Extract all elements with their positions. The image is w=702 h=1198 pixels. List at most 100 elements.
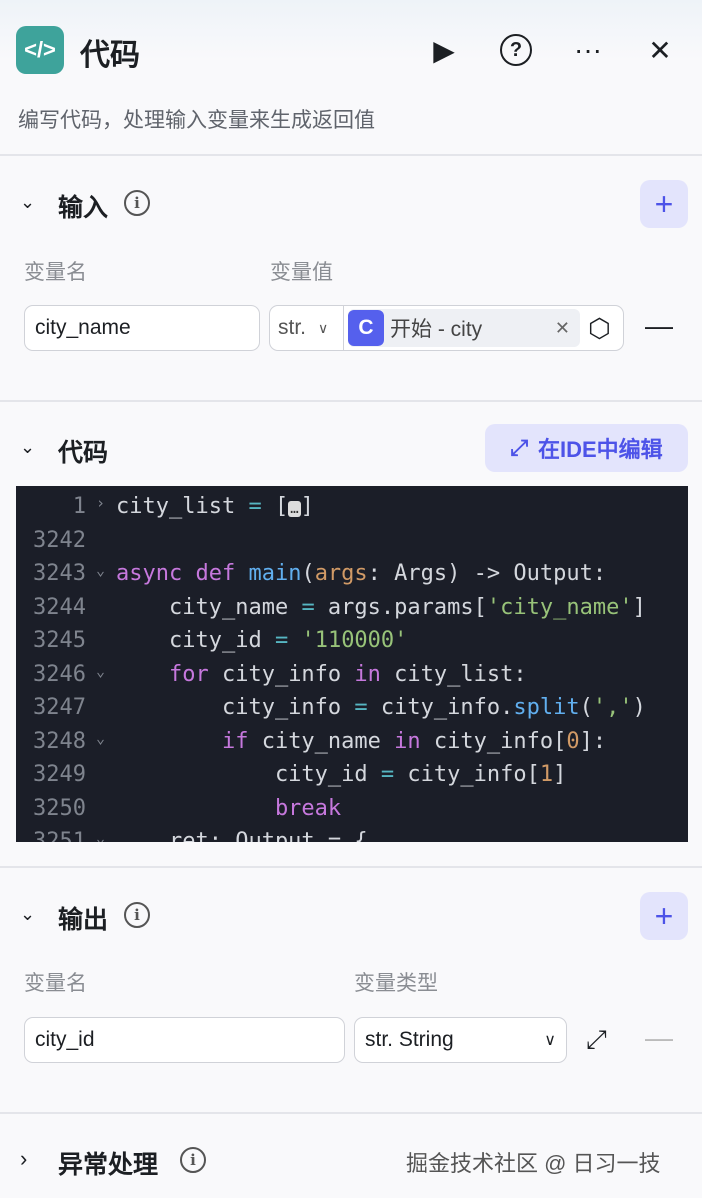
code-token: = [380, 762, 395, 787]
code-token: ] [300, 494, 314, 519]
code-token: for [116, 661, 209, 687]
type-select[interactable]: str. ∨ [270, 306, 344, 350]
input-value-label: 变量值 [270, 261, 333, 284]
close-button[interactable]: ✕ [640, 30, 680, 70]
code-token: city_info. [367, 695, 514, 720]
line-text: city_id = '110000' [116, 628, 407, 653]
remove-ref-icon[interactable]: ✕ [555, 318, 570, 339]
code-line: 3249 city_id = city_info[1] [16, 762, 688, 796]
line-number: 3249 [33, 762, 86, 787]
code-token: args [314, 561, 368, 586]
run-button[interactable]: ▶ [424, 30, 464, 70]
collapse-output-chevron-icon[interactable]: ⌄ [20, 904, 35, 925]
code-token: if [116, 728, 249, 754]
line-number: 3243 [33, 561, 86, 586]
fold-toggle-icon[interactable]: ⌄ [96, 561, 105, 579]
collapse-code-chevron-icon[interactable]: ⌄ [20, 437, 35, 458]
line-text: city_list = […] [116, 494, 314, 519]
info-icon[interactable]: i [124, 902, 150, 928]
code-token: city_id [116, 628, 275, 653]
edit-in-ide-button[interactable]: ⤢ 在IDE中编辑 [485, 424, 688, 472]
start-node-icon: C [348, 310, 384, 346]
line-text: city_name = args.params['city_name'] [116, 595, 646, 620]
add-output-button[interactable]: + [640, 892, 688, 940]
code-token: split [513, 695, 580, 720]
variable-ref-tag: C 开始 - city ✕ [348, 309, 580, 347]
remove-output-button[interactable]: — [645, 1022, 673, 1054]
input-name-field[interactable]: city_name [24, 305, 260, 351]
more-button[interactable]: ··· [568, 30, 608, 70]
line-text: city_info = city_info.split(',') [116, 695, 646, 720]
code-token: 0 [566, 728, 580, 754]
code-token: ret: Output = { [116, 829, 368, 842]
line-text: async def main(args: Args) -> Output: [116, 561, 606, 586]
code-token: : Args) -> Output: [367, 561, 607, 586]
divider [0, 400, 702, 402]
code-token: city_list [116, 494, 249, 519]
help-button[interactable]: ? [496, 30, 536, 70]
code-token: = [274, 628, 289, 653]
code-token: ] [553, 762, 567, 787]
output-name-field[interactable]: city_id [24, 1017, 345, 1063]
line-number: 3248 [33, 728, 86, 754]
line-number: 3246 [33, 661, 86, 687]
code-token: city_info[ [420, 728, 567, 754]
code-line: 3246 ⌄ for city_info in city_list: [16, 662, 688, 696]
code-token: city_name [116, 594, 302, 620]
code-token: in [354, 661, 381, 687]
code-token: = [354, 695, 368, 720]
output-type-label: 变量类型 [354, 972, 438, 995]
code-token: 1 [539, 762, 554, 787]
expand-icon: ⤢ [510, 435, 528, 460]
expand-exception-chevron-icon[interactable]: › [20, 1146, 27, 1172]
info-icon[interactable]: i [124, 190, 150, 216]
fold-toggle-icon[interactable]: ⌄ [96, 829, 105, 842]
watermark: 掘金技术社区 @ 日习一技 [406, 1151, 661, 1176]
line-text: ret: Output = { [116, 829, 368, 842]
fold-toggle-icon[interactable]: › [96, 494, 105, 512]
exception-section-title[interactable]: 异常处理 [58, 1145, 158, 1181]
code-token: … [288, 501, 301, 517]
remove-input-button[interactable]: — [645, 310, 673, 342]
code-token: city_name [248, 728, 395, 754]
divider [0, 1112, 702, 1114]
code-line: 3243 ⌄ async def main(args: Args) -> Outpu… [16, 561, 688, 595]
fold-toggle-icon[interactable]: ⌄ [96, 662, 105, 680]
code-logo-icon: </> [16, 26, 64, 74]
add-input-button[interactable]: + [640, 180, 688, 228]
input-value-field[interactable]: str. ∨ C 开始 - city ✕ ⬡ [269, 305, 624, 351]
line-text: break [116, 796, 341, 821]
code-editor[interactable]: 1 › city_list = […] 3242 3243 ⌄ async def main… [16, 486, 688, 842]
code-line: 3247 city_info = city_info.split(',') [16, 695, 688, 729]
ref-label: 开始 - city [390, 318, 483, 341]
variable-picker-icon[interactable]: ⬡ [588, 313, 611, 344]
input-name-label: 变量名 [24, 261, 87, 284]
line-text: if city_name in city_info[0]: [116, 729, 606, 754]
line-number: 3245 [33, 628, 86, 653]
ide-button-label: 在IDE中编辑 [537, 437, 663, 462]
code-token: ( [579, 695, 593, 720]
code-line: 3242 [16, 528, 688, 562]
code-line: 3250 break [16, 796, 688, 830]
code-line: 3251 ⌄ ret: Output = { [16, 829, 688, 842]
code-token: 'city_name' [486, 594, 633, 620]
code-token: main [248, 561, 302, 586]
code-line: 3248 ⌄ if city_name in city_info[0]: [16, 729, 688, 763]
output-type-select[interactable]: str. String ∨ [354, 1017, 567, 1063]
help-icon: ? [500, 34, 532, 66]
line-number: 3247 [33, 695, 86, 720]
info-icon[interactable]: i [180, 1147, 206, 1173]
code-token: in [394, 728, 421, 754]
code-token: = [301, 594, 315, 620]
line-number: 3251 [33, 829, 86, 842]
line-text: for city_info in city_list: [116, 662, 527, 687]
output-name-label: 变量名 [24, 972, 87, 995]
expand-icon[interactable]: ⤢ [586, 1024, 607, 1056]
input-section-title: 输入 [58, 194, 109, 222]
line-number: 3250 [33, 795, 86, 821]
collapse-input-chevron-icon[interactable]: ⌄ [20, 192, 35, 213]
fold-toggle-icon[interactable]: ⌄ [96, 729, 105, 747]
line-number: 1 [72, 494, 86, 519]
code-token: city_info [208, 661, 355, 687]
